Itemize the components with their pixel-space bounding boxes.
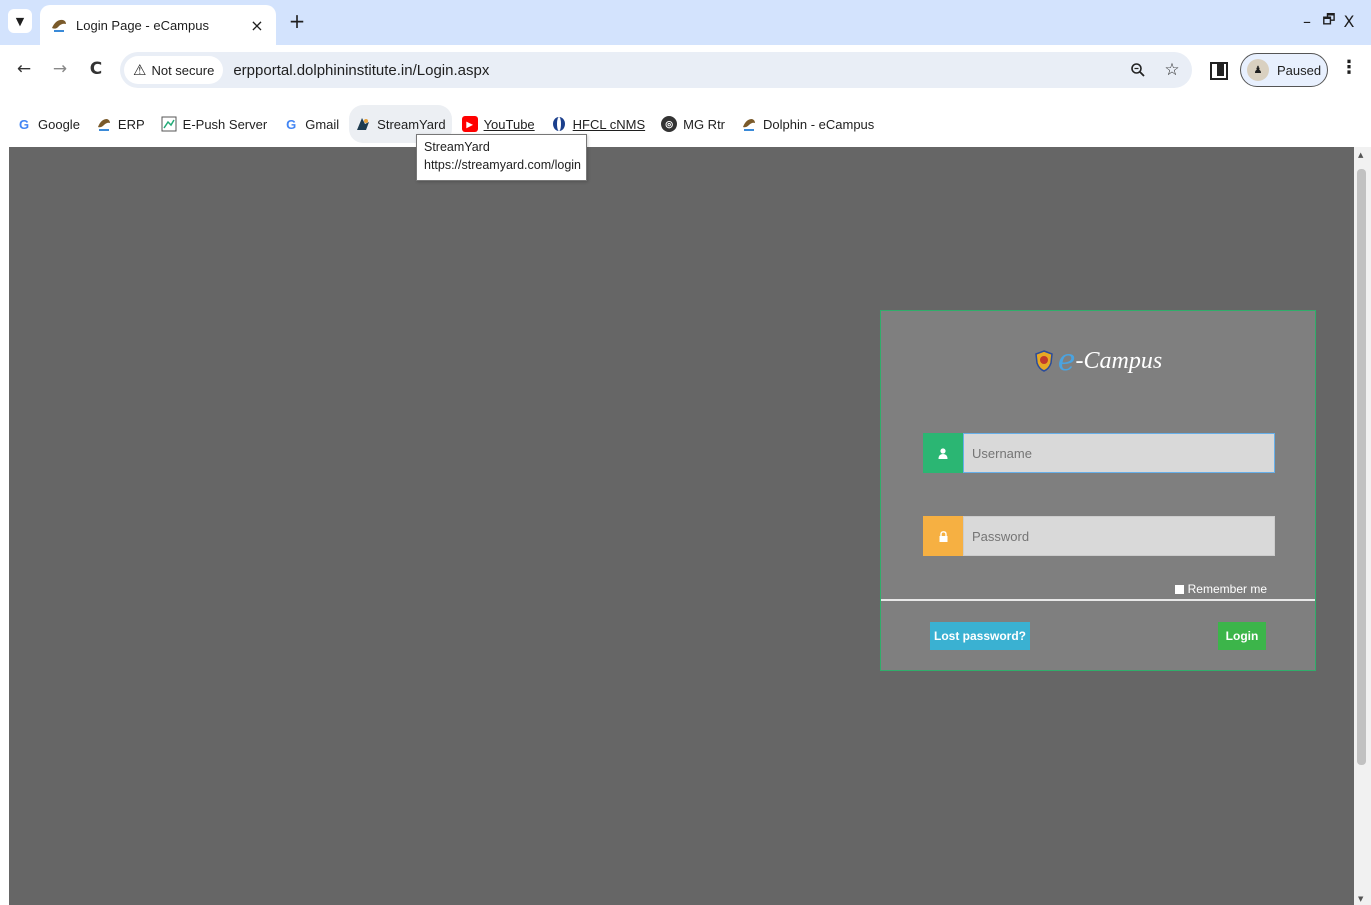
tab-strip: ▼ Login Page - eCampus × + – 🗗 X [0, 0, 1371, 45]
google-icon: G [286, 116, 297, 132]
globe-icon: ◎ [661, 116, 678, 132]
streamyard-icon [357, 118, 370, 130]
bookmark-star-icon[interactable]: ☆ [1158, 56, 1186, 84]
bookmark-tooltip: StreamYard https://streamyard.com/login [416, 134, 587, 181]
bookmarks-bar: G Google ERP E-Push Server G Gmail Strea… [0, 103, 1371, 145]
erp-icon [97, 119, 110, 131]
username-input[interactable] [963, 433, 1275, 473]
youtube-icon: ▶ [461, 116, 478, 132]
brand-e: e [1057, 343, 1076, 378]
bookmark-mgrtr[interactable]: ◎ MG Rtr [655, 105, 731, 143]
chevron-down-icon: ▼ [15, 14, 25, 28]
close-window-button[interactable]: X [1327, 6, 1371, 36]
security-label: Not secure [151, 62, 215, 78]
bookmark-label: MG Rtr [683, 116, 726, 132]
bookmark-label: ERP [117, 116, 145, 132]
username-field-group [923, 433, 1275, 473]
menu-icon[interactable]: ⋮ [1340, 57, 1358, 78]
address-bar[interactable]: ⚠ Not secure erpportal.dolphininstitute.… [120, 52, 1192, 88]
avatar: ♟ [1247, 59, 1269, 81]
back-button[interactable]: ← [10, 55, 38, 83]
forward-button[interactable]: → [46, 55, 74, 83]
warning-icon: ⚠ [133, 62, 147, 79]
bookmark-epush[interactable]: E-Push Server [155, 105, 274, 143]
shield-logo-icon [1034, 350, 1053, 372]
bookmark-label: HFCL cNMS [572, 116, 646, 132]
bookmark-gmail[interactable]: G Gmail [277, 105, 345, 143]
brand-name: -Campus [1075, 347, 1163, 374]
google-icon: G [18, 116, 30, 132]
zoom-icon[interactable] [1124, 56, 1152, 84]
remember-me-checkbox[interactable] [1174, 584, 1184, 594]
profile-button[interactable]: ♟ Paused [1240, 53, 1328, 87]
login-panel: e -Campus Remember me Lost password? Log… [880, 310, 1316, 671]
tab-active[interactable]: Login Page - eCampus × [40, 5, 276, 45]
scrollbar-thumb[interactable] [1357, 169, 1366, 765]
bookmark-dolphin[interactable]: Dolphin - eCampus [735, 105, 880, 143]
browser-toolbar: ← → C ⚠ Not secure erpportal.dolphininst… [0, 45, 1371, 103]
tooltip-url: https://streamyard.com/login [424, 158, 582, 172]
bookmark-label: Gmail [305, 116, 340, 132]
side-panel-icon[interactable] [1208, 59, 1228, 80]
bookmark-label: StreamYard [377, 116, 446, 132]
divider [881, 599, 1315, 601]
profile-status: Paused [1277, 62, 1322, 78]
url-text[interactable]: erpportal.dolphininstitute.in/Login.aspx [233, 62, 1124, 79]
reload-button[interactable]: C [82, 55, 110, 83]
login-button[interactable]: Login [1218, 622, 1266, 650]
page-scrollbar[interactable]: ▲ ▼ [1354, 147, 1371, 905]
ecampus-logo: e -Campus [881, 343, 1315, 378]
bookmark-label: Dolphin - eCampus [763, 116, 875, 132]
bookmark-erp[interactable]: ERP [90, 105, 151, 143]
security-chip[interactable]: ⚠ Not secure [124, 56, 224, 84]
lock-icon [923, 516, 963, 556]
user-icon [923, 433, 963, 473]
lost-password-button[interactable]: Lost password? [930, 622, 1030, 650]
scroll-down-icon[interactable]: ▼ [1358, 895, 1363, 903]
tab-title: Login Page - eCampus [76, 17, 209, 33]
password-field-group [923, 516, 1275, 556]
dolphin-icon [743, 119, 756, 131]
bookmark-label: E-Push Server [182, 116, 268, 132]
password-input[interactable] [963, 516, 1275, 556]
remember-me[interactable]: Remember me [1174, 582, 1267, 596]
tab-search-button[interactable]: ▼ [8, 9, 32, 33]
new-tab-button[interactable]: + [284, 8, 310, 34]
dolphin-icon [52, 19, 66, 32]
scroll-up-icon[interactable]: ▲ [1358, 151, 1363, 159]
bookmark-label: YouTube [483, 116, 535, 132]
epush-icon [161, 116, 177, 132]
tooltip-title: StreamYard [424, 140, 490, 154]
bookmark-label: Google [38, 116, 80, 132]
remember-me-label: Remember me [1187, 582, 1267, 596]
hfcl-icon [552, 117, 565, 131]
tab-close-icon[interactable]: × [248, 16, 266, 35]
bookmark-google[interactable]: G Google [10, 105, 86, 143]
